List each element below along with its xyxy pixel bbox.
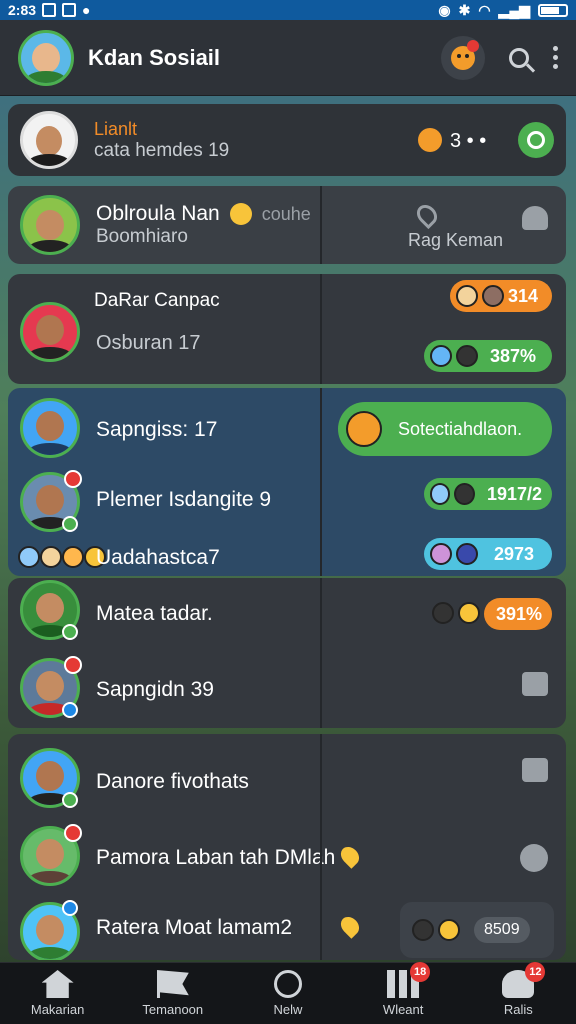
- contact-name: Ratera Moat lamam2: [96, 916, 293, 939]
- more-options-button[interactable]: [553, 46, 558, 69]
- score-value: 8509: [474, 917, 530, 943]
- contact-name: Uadahastca7: [96, 546, 220, 569]
- score-pill[interactable]: 1917/2: [424, 478, 552, 510]
- nav-friends[interactable]: Temanoon: [118, 970, 228, 1017]
- location-icon: ◉: [438, 1, 451, 18]
- status-toggle[interactable]: [518, 122, 554, 158]
- contact-avatar: [20, 302, 80, 362]
- online-badge: [62, 900, 78, 916]
- reaction-icons: [432, 602, 480, 624]
- contact-name: Plemer Isdangite 9: [96, 488, 272, 511]
- status-bar: 2:83 ● ◉ ✱ ◠ ▂▄▆: [0, 0, 576, 20]
- nav-new[interactable]: Nelw: [233, 970, 343, 1017]
- contact-status: Boomhiaro: [96, 226, 188, 247]
- score-value: 391%: [496, 603, 543, 624]
- contact-avatar: [20, 195, 80, 255]
- profile-avatar[interactable]: [18, 29, 74, 86]
- battery-icon: [538, 3, 568, 17]
- nav-events[interactable]: 18 Wleant: [348, 962, 458, 1017]
- nav-badge: 18: [410, 962, 431, 982]
- notifications-button[interactable]: [441, 35, 485, 80]
- online-badge: [62, 624, 78, 640]
- chat-card-4[interactable]: Matea tadar. 391% Sapngidn 39: [8, 578, 566, 728]
- mascot-icon: [418, 128, 442, 152]
- contact-status: Osburan 17: [96, 332, 201, 354]
- location-pin-icon[interactable]: [337, 843, 363, 869]
- circle-icon: [273, 970, 302, 998]
- score-value: 314: [508, 285, 539, 306]
- contact-name: Sapngiss: 17: [96, 418, 218, 441]
- contact-icon[interactable]: [522, 758, 548, 782]
- nav-label: Wleant: [382, 1002, 424, 1017]
- contact-name: Lianlt: [94, 118, 138, 139]
- chat-card-0[interactable]: Lianlt cata hemdes 19 3 • •: [8, 104, 566, 176]
- contact-icon[interactable]: [522, 672, 548, 696]
- nav-label: Ralis: [503, 1002, 533, 1017]
- chat-card-2[interactable]: DaRar Canpac Osburan 17 314 387%: [8, 274, 566, 384]
- smiley-icon: [229, 203, 252, 225]
- name-suffix: couhe: [261, 203, 311, 224]
- score-value: 2973: [494, 543, 535, 564]
- location-pin-icon[interactable]: [337, 913, 363, 939]
- score-value: 1917/2: [486, 483, 542, 504]
- app-header: Kdan Sosiail: [0, 20, 576, 96]
- app-title: Kdan Sosiail: [88, 44, 221, 70]
- status-time: 2:83: [8, 2, 37, 18]
- contact-avatar: [20, 111, 78, 169]
- online-badge: [62, 792, 78, 808]
- group-avatars: [18, 546, 106, 568]
- location-label: Rag Keman: [408, 230, 504, 250]
- app-notification-icon: [42, 3, 57, 17]
- contact-name: Oblroula Nan: [96, 202, 220, 225]
- nav-label: Temanoon: [142, 1002, 204, 1017]
- unread-badge: [64, 470, 82, 488]
- contact-status: cata hemdes 19: [94, 139, 230, 161]
- contact-avatar: [20, 398, 80, 458]
- chat-card-3[interactable]: Sapngiss: 17 Sotectiahdlaon. Plemer Isda…: [8, 388, 566, 576]
- nav-profile[interactable]: 12 Ralis: [463, 962, 573, 1017]
- bottom-navigation: Makarian Temanoon Nelw 18 Wleant 12 Rali…: [0, 962, 576, 1024]
- search-button[interactable]: [503, 42, 535, 74]
- notification-dot: [467, 39, 479, 52]
- message-bubble[interactable]: Sotectiahdlaon.: [338, 402, 552, 456]
- camera-icon[interactable]: [520, 844, 548, 872]
- nav-home[interactable]: Makarian: [3, 970, 113, 1017]
- nav-label: Nelw: [273, 1002, 303, 1017]
- search-icon: [509, 47, 529, 68]
- unread-badge: [64, 824, 82, 842]
- chat-card-5[interactable]: Danore fivothats Pamora Laban tah DMlah …: [8, 734, 566, 960]
- contact-name: Sapngidn 39: [96, 678, 214, 701]
- nav-badge: 12: [525, 962, 546, 982]
- score-pill[interactable]: 387%: [424, 340, 552, 372]
- mail-notification-icon: [62, 3, 77, 17]
- score-pill[interactable]: 2973: [424, 538, 552, 570]
- ring-icon: [527, 131, 545, 149]
- chat-notification-icon: ●: [82, 2, 91, 18]
- nav-label: Makarian: [30, 1002, 85, 1017]
- reaction-pill[interactable]: 8509: [400, 902, 554, 958]
- bluetooth-icon: ✱: [458, 1, 471, 18]
- contact-icon[interactable]: [522, 206, 548, 230]
- home-icon: [41, 970, 74, 998]
- contact-name: Matea tadar.: [96, 602, 213, 625]
- chat-card-1[interactable]: Oblroula Nan couhe Boomhiaro Rag Keman: [8, 186, 566, 264]
- contact-name: Danore fivothats: [96, 770, 249, 793]
- contact-name: DaRar Canpac: [94, 290, 220, 311]
- score-pill[interactable]: 314: [450, 280, 552, 312]
- contact-name: Pamora Laban tah DMlah: [96, 846, 336, 869]
- online-badge: [62, 702, 78, 718]
- online-badge: [62, 516, 78, 532]
- signal-icon: ▂▄▆: [498, 1, 530, 18]
- unread-badge: [64, 656, 82, 674]
- bubble-text: Sotectiahdlaon.: [398, 418, 523, 439]
- score-value: 387%: [490, 345, 537, 366]
- mascot-icon: [346, 411, 382, 447]
- flag-icon: [156, 970, 189, 998]
- score-pill[interactable]: 391%: [484, 598, 552, 630]
- message-count: 3 • •: [450, 130, 487, 152]
- wifi-icon: ◠: [478, 1, 491, 18]
